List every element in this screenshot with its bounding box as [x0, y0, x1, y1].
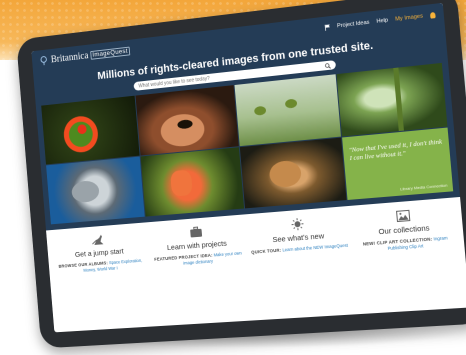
feature-whats-new: See what's new QUICK TOUR: Learn about t… [245, 214, 352, 261]
lightbulb-icon[interactable] [429, 11, 436, 19]
feature-collections: Our collections NEW! CLIP ART COLLECTION… [349, 206, 460, 254]
gallery-image-frog-on-hand[interactable] [135, 85, 239, 156]
gallery-image-red-eyed-tree-frog[interactable] [41, 95, 140, 165]
flag-icon [324, 24, 330, 31]
nav-help[interactable]: Help [376, 17, 388, 24]
gallery-image-brown-frog[interactable] [239, 137, 347, 209]
feature-caption: QUICK TOUR: [251, 247, 282, 255]
gallery-image-frog-on-stem[interactable] [336, 62, 448, 137]
testimonial-tile: "Now that I've used it, I don't think I … [341, 127, 454, 200]
tablet-screen: Britannica ImageQuest Project Ideas Help… [31, 2, 466, 333]
briefcase-icon [189, 226, 202, 238]
feature-learn-projects: Learn with projects FEATURED PROJECT IDE… [146, 222, 249, 268]
kangaroo-icon [90, 234, 104, 246]
gallery-image-frogs-on-leaf[interactable] [234, 74, 341, 147]
brand-name: Britannica [50, 49, 89, 65]
image-icon [395, 209, 410, 222]
sun-icon [290, 217, 305, 230]
search-icon[interactable] [324, 62, 331, 69]
nav-my-images[interactable]: My Images [395, 13, 423, 22]
product-name: ImageQuest [89, 46, 131, 60]
top-nav-links: Project Ideas Help My Images [324, 11, 436, 31]
tablet-device: Britannica ImageQuest Project Ideas Help… [16, 0, 466, 349]
gallery-image-frog-feet[interactable] [140, 147, 244, 217]
nav-project-ideas[interactable]: Project Ideas [337, 20, 370, 30]
feature-link-tour[interactable]: Learn about the NEW ImageQuest [282, 243, 348, 253]
testimonial-source: Library Media Connection [399, 182, 448, 192]
feature-jump-start: Get a jump start BROWSE OUR ALBUMS: Spac… [50, 230, 149, 275]
gallery-image-frog-in-water[interactable] [46, 156, 145, 225]
testimonial-quote: "Now that I've used it, I don't think I … [348, 138, 443, 163]
thistle-icon [39, 55, 49, 66]
